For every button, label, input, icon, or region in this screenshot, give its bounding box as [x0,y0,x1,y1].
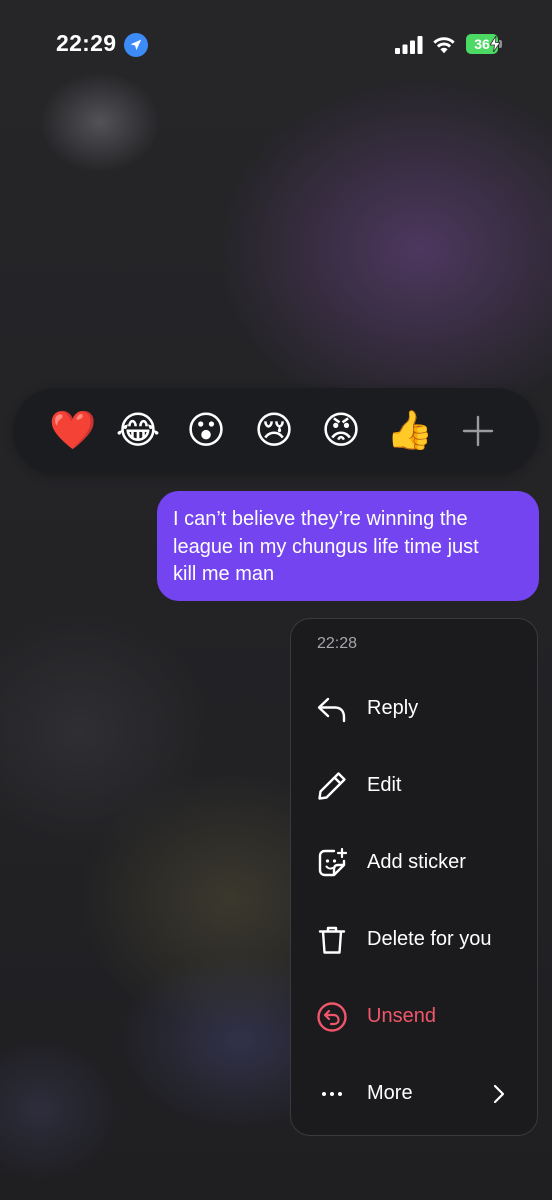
menu-item-add-sticker-label: Add sticker [367,851,466,873]
menu-item-unsend-label: Unsend [367,1005,436,1027]
battery-level: 36 [474,36,490,52]
pencil-icon [318,772,346,800]
trash-icon [318,926,346,954]
reaction-bar: ❤️ 😂 😮 😢 😡 👍 [13,388,539,474]
menu-item-delete-for-you[interactable]: Delete for you [291,910,537,970]
screen: 22:29 36 ❤️ 😂 😮 😢 😡 👍 I can’t believe th… [0,0,552,1200]
menu-item-reply-label: Reply [367,697,419,719]
charging-bolt-icon [490,36,500,52]
message-timestamp: 22:28 [317,635,358,652]
reaction-angry[interactable]: 😡 [318,408,364,454]
menu-item-edit-label: Edit [367,774,402,796]
sticker-icon [318,847,348,877]
wifi-icon [433,37,455,54]
menu-item-delete-for-you-label: Delete for you [367,928,492,950]
menu-item-edit[interactable]: Edit [291,756,537,816]
message-context-menu: 22:28 Reply Edit Add sticker Delete for … [290,618,538,1136]
status-time: 22:29 [56,30,117,56]
add-reaction-plus-icon[interactable] [460,413,496,449]
menu-item-more-label: More [367,1082,413,1104]
menu-item-add-sticker[interactable]: Add sticker [291,833,537,893]
reaction-wow[interactable]: 😮 [183,408,229,454]
reaction-thumbs-up[interactable]: 👍 [386,408,433,454]
reaction-heart[interactable]: ❤️ [49,408,96,454]
reaction-laugh[interactable]: 😂 [115,408,161,454]
location-arrow-icon [124,33,148,57]
menu-item-more[interactable]: More [291,1064,537,1124]
reaction-cry[interactable]: 😢 [251,408,297,454]
unsend-icon [317,1002,347,1032]
menu-item-unsend[interactable]: Unsend [291,987,537,1047]
cellular-signal-icon [395,36,423,54]
message-bubble[interactable]: I can’t believe they’re winning the leag… [157,491,539,601]
status-bar: 22:29 36 [0,0,552,90]
menu-item-reply[interactable]: Reply [291,679,537,739]
ellipsis-icon [322,1092,342,1096]
chevron-right-icon [493,1084,505,1104]
message-text: I can’t believe they’re winning the leag… [173,508,479,585]
reply-arrow-icon [317,697,346,723]
